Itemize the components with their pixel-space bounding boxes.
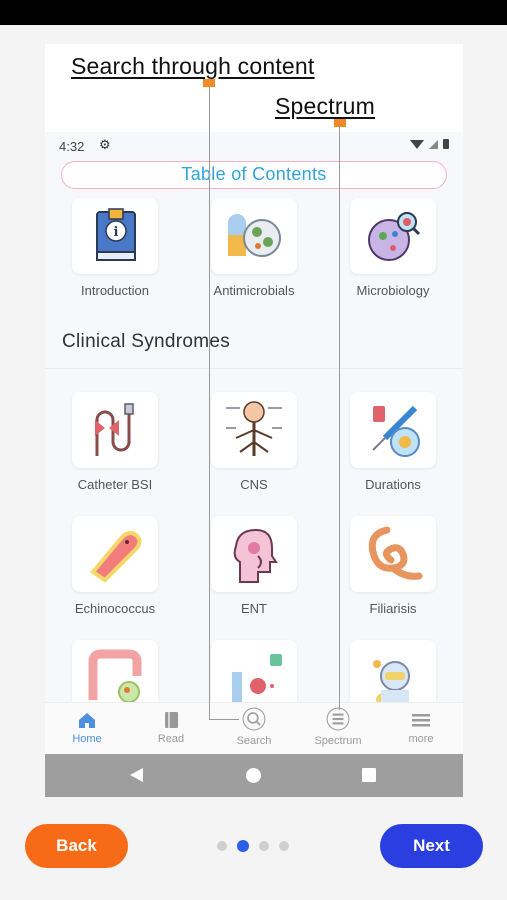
callout-spectrum-line xyxy=(339,127,340,710)
next-button[interactable]: Next xyxy=(380,824,483,868)
tab-label: Spectrum xyxy=(314,735,362,747)
tile-echinococcus[interactable]: Echinococcus xyxy=(45,516,185,616)
head-ent-icon xyxy=(211,516,297,592)
nav-back-icon[interactable] xyxy=(130,768,143,782)
status-time: 4:32 xyxy=(59,139,85,154)
top-black-bar xyxy=(0,0,507,25)
nervous-system-icon xyxy=(211,392,297,468)
worm-icon xyxy=(350,516,436,592)
status-icons xyxy=(410,139,449,149)
page-dot-active[interactable] xyxy=(237,840,249,852)
section-title-clinical-syndromes: Clinical Syndromes xyxy=(62,331,231,352)
tile-antimicrobials[interactable]: Antimicrobials xyxy=(184,198,324,298)
callout-search-line-elbow xyxy=(209,719,239,720)
wifi-icon xyxy=(410,139,424,149)
battery-icon xyxy=(443,139,449,149)
tab-search[interactable]: Search xyxy=(212,703,296,755)
info-book-icon: i xyxy=(72,198,158,274)
spectrum-icon xyxy=(326,707,350,731)
menu-icon xyxy=(412,714,430,727)
tab-label: more xyxy=(408,733,434,745)
table-of-contents-header[interactable]: Table of Contents xyxy=(61,161,447,189)
tile-filiarisis[interactable]: Filiarisis xyxy=(323,516,463,616)
callout-search-line xyxy=(209,87,210,720)
petri-dish-icon xyxy=(350,198,436,274)
tile-label: Microbiology xyxy=(356,283,430,298)
pagination-dots xyxy=(217,840,289,852)
pill-virus-icon xyxy=(211,198,297,274)
tile-microbiology[interactable]: Microbiology xyxy=(323,198,463,298)
home-icon xyxy=(79,713,95,728)
page-dot[interactable] xyxy=(279,841,289,851)
tile-cns[interactable]: CNS xyxy=(184,392,324,492)
syringe-vial-icon xyxy=(350,392,436,468)
system-navigation-bar xyxy=(45,754,463,797)
tab-label: Search xyxy=(236,735,272,747)
svg-text:i: i xyxy=(114,225,119,240)
status-bar: 4:32 ⚙ xyxy=(45,132,463,160)
section-divider xyxy=(45,368,463,369)
tab-home[interactable]: Home xyxy=(45,703,129,755)
tile-label: Antimicrobials xyxy=(213,283,295,298)
tile-label: Filiarisis xyxy=(369,601,417,616)
settings-gear-icon: ⚙ xyxy=(99,137,111,152)
tile-introduction[interactable]: i Introduction xyxy=(45,198,185,298)
callout-spectrum: Spectrum xyxy=(275,93,376,119)
tile-label: Introduction xyxy=(81,283,149,298)
phone-screen: 4:32 ⚙ Table of Contents i Introduction xyxy=(45,132,463,797)
toc-title: Table of Contents xyxy=(181,164,327,184)
tab-spectrum[interactable]: Spectrum xyxy=(296,703,380,755)
callout-search-through-content: Search through content xyxy=(71,53,315,79)
signal-icon xyxy=(429,139,438,149)
tab-read[interactable]: Read xyxy=(129,703,213,755)
tile-durations[interactable]: Durations xyxy=(323,392,463,492)
tile-label: CNS xyxy=(240,477,268,492)
page-dot[interactable] xyxy=(217,841,227,851)
search-icon xyxy=(242,707,266,731)
nav-recents-icon[interactable] xyxy=(362,768,376,782)
tile-label: Catheter BSI xyxy=(77,477,153,492)
catheter-icon xyxy=(72,392,158,468)
tile-catheter-bsi[interactable]: Catheter BSI xyxy=(45,392,185,492)
back-button[interactable]: Back xyxy=(25,824,128,868)
tile-label: ENT xyxy=(241,601,267,616)
tab-label: Home xyxy=(72,733,102,745)
tile-label: Durations xyxy=(365,477,421,492)
book-icon xyxy=(165,712,178,728)
tab-more[interactable]: more xyxy=(379,703,463,755)
bottom-tab-bar: Home Read Search Spectrum more xyxy=(45,702,463,754)
callout-search-marker xyxy=(203,79,215,87)
nav-home-icon[interactable] xyxy=(246,768,261,783)
tile-label: Echinococcus xyxy=(74,601,156,616)
tab-label: Read xyxy=(157,733,185,745)
tile-ent[interactable]: ENT xyxy=(184,516,324,616)
parasite-icon xyxy=(72,516,158,592)
page-dot[interactable] xyxy=(259,841,269,851)
callout-spectrum-marker xyxy=(334,119,346,127)
